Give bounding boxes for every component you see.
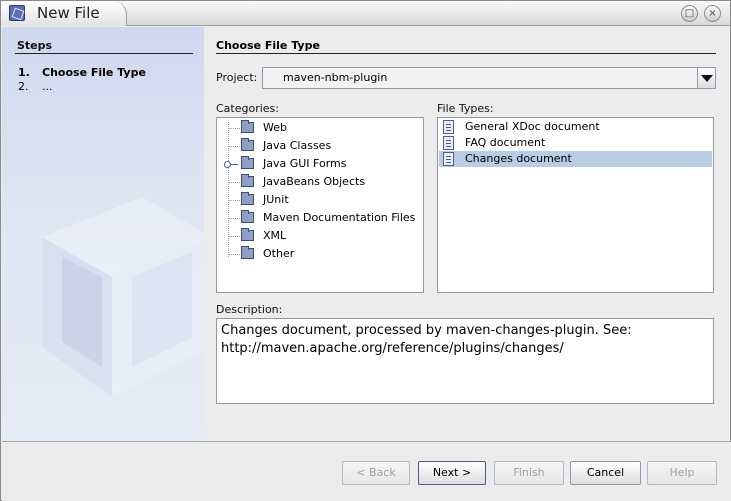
steps-title: Steps [17,39,53,52]
tree-item-label: Maven Documentation Files [263,211,416,224]
description-label: Description: [216,303,283,316]
folder-icon [241,192,254,205]
window-title: New File [37,4,100,22]
tree-item[interactable]: JavaBeans Objects [217,173,423,191]
folder-icon [241,156,254,169]
help-button[interactable]: Help [647,461,717,485]
tree-item[interactable]: Maven Documentation Files [217,209,423,227]
folder-icon [241,210,254,223]
list-item[interactable]: FAQ document [439,135,712,151]
finish-button[interactable]: Finish [494,461,564,485]
tree-item-label: Java GUI Forms [263,157,347,170]
tree-item-label: JUnit [263,193,289,206]
list-item-label: FAQ document [465,136,546,149]
step-item: 2.... [18,80,53,93]
button-bar: < Back Next > Finish Cancel Help [2,441,731,501]
file-types-label: File Types: [437,102,494,115]
title-bar[interactable]: New File □ × [1,1,730,26]
tree-connector [228,146,240,147]
step-label: ... [42,80,53,93]
panel-title: Choose File Type [216,39,320,52]
project-label: Project: [216,71,258,84]
cancel-button[interactable]: Cancel [570,461,641,485]
title-tab: New File [1,1,127,26]
folder-icon [241,174,254,187]
tree-connector [228,200,240,201]
tree-item-label: Web [263,121,287,134]
description-text: Changes document, processed by maven-cha… [216,318,714,404]
tree-item[interactable]: Web [217,119,423,137]
chevron-down-icon[interactable] [697,68,715,88]
tree-item-label: Java Classes [263,139,332,152]
tree-item[interactable]: Other [217,245,423,263]
tree-connector [228,254,240,255]
steps-watermark-icon [42,197,204,397]
panel-divider [216,53,716,54]
document-icon [443,152,454,166]
project-combobox[interactable]: maven-nbm-plugin [262,67,716,89]
steps-panel: Steps 1. Choose File Type 2.... [2,27,204,441]
tree-item-label: JavaBeans Objects [263,175,366,188]
step-label: Choose File Type [42,66,146,79]
netbeans-app-icon [9,5,25,21]
list-item-selected[interactable]: Changes document [439,151,712,167]
step-number: 2. [18,80,29,93]
folder-icon [241,228,254,241]
categories-label: Categories: [216,102,279,115]
file-types-list[interactable]: General XDoc document FAQ document Chang… [437,117,714,293]
steps-divider [15,53,193,54]
list-item-label: General XDoc document [465,120,600,133]
tree-connector [228,128,240,129]
tree-connector [228,182,240,183]
expand-handle-icon[interactable] [224,161,238,168]
tree-connector [228,218,240,219]
tree-item[interactable]: Java Classes [217,137,423,155]
tree-item-label: XML [263,229,287,242]
tree-item[interactable]: JUnit [217,191,423,209]
tree-item[interactable]: Java GUI Forms [217,155,423,173]
list-item[interactable]: General XDoc document [439,119,712,135]
folder-icon [241,246,254,259]
folder-icon [241,138,254,151]
main-panel: Choose File Type Project: maven-nbm-plug… [204,27,730,441]
back-button[interactable]: < Back [342,461,410,485]
step-number: 1. [18,66,30,79]
step-item: 1. Choose File Type [18,66,146,79]
project-value: maven-nbm-plugin [283,71,388,84]
document-icon [443,136,454,150]
list-item-label: Changes document [465,152,572,165]
tree-item[interactable]: XML [217,227,423,245]
folder-icon [241,120,254,133]
tree-item-label: Other [263,247,295,260]
tree-connector [228,236,240,237]
maximize-button[interactable]: □ [681,5,698,22]
new-file-dialog: New File □ × Steps 1. Choose File Type 2.… [0,0,731,501]
close-button[interactable]: × [704,5,721,22]
next-button[interactable]: Next > [418,461,486,485]
categories-tree[interactable]: Web Java Classes Java GUI Forms JavaBean… [216,117,424,293]
document-icon [443,120,454,134]
